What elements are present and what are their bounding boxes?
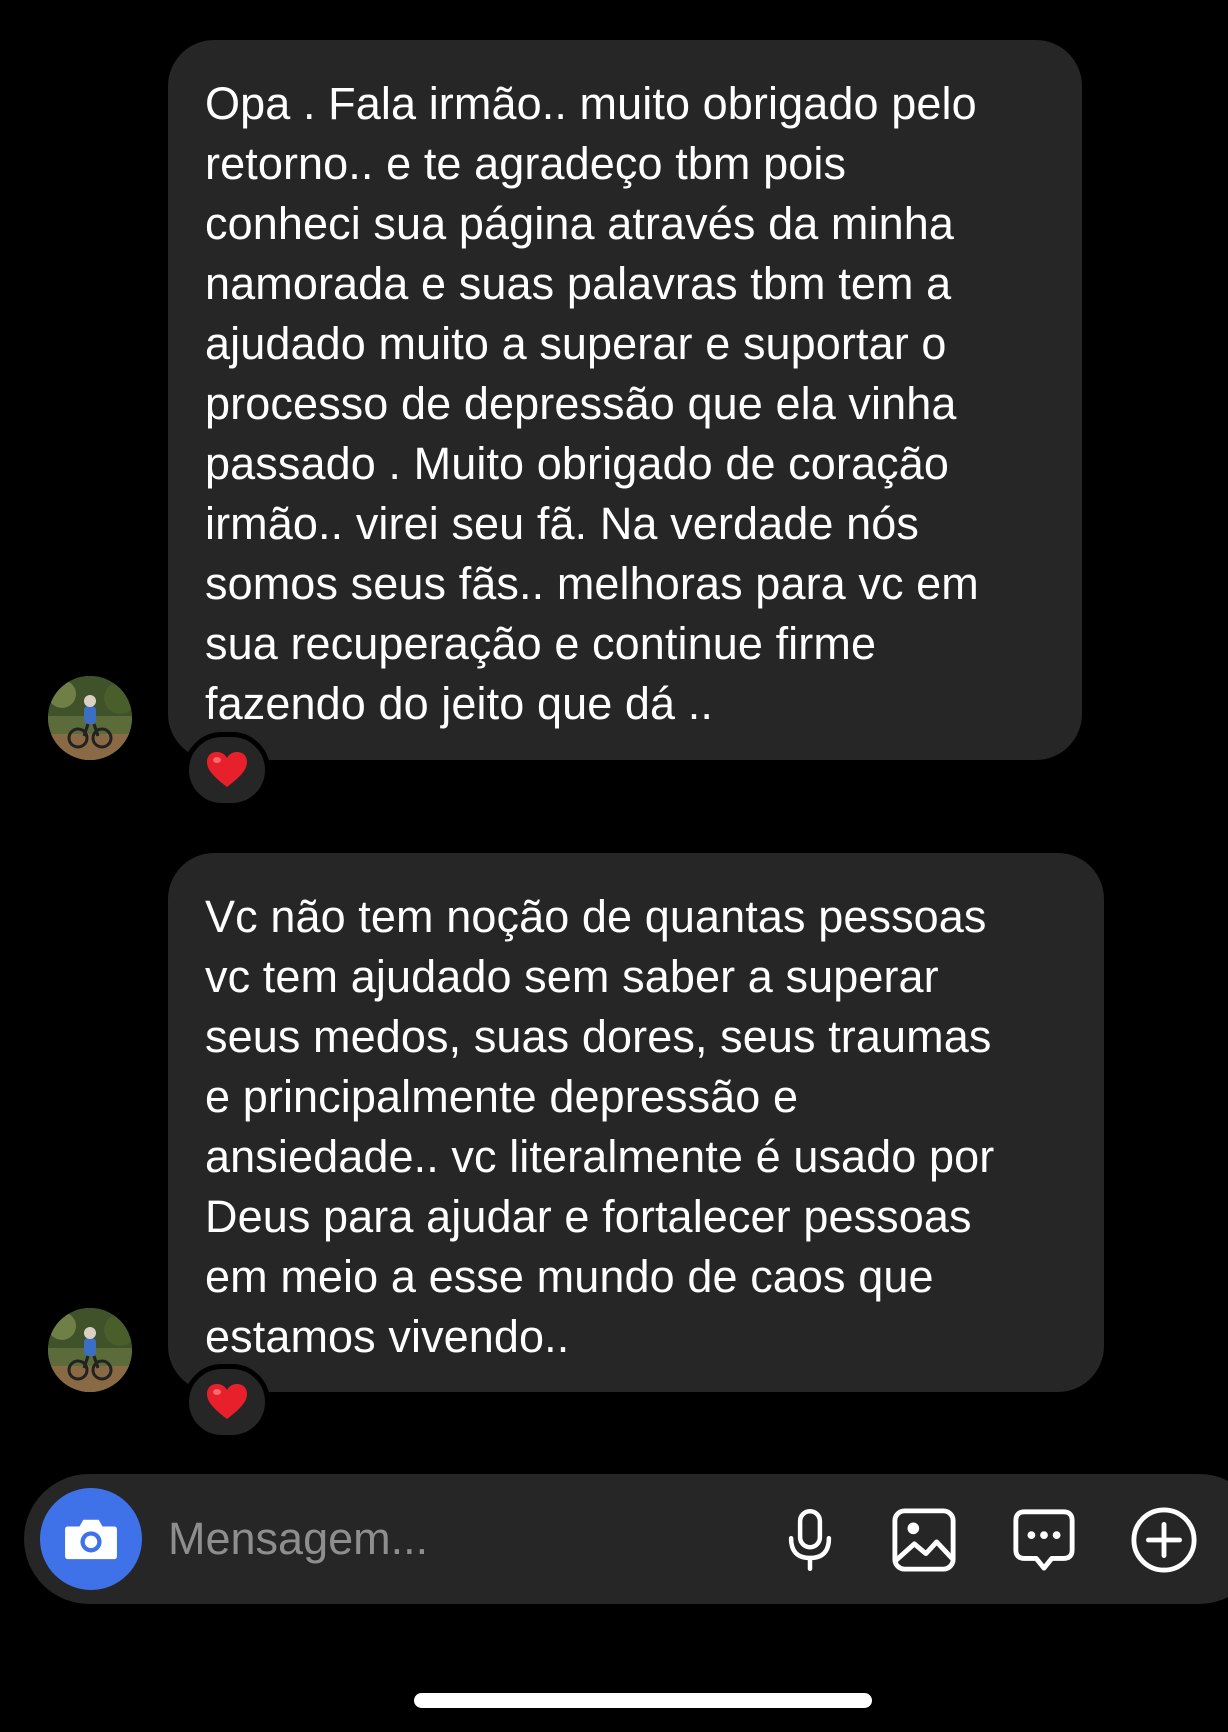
message-input[interactable] [168,1508,748,1570]
gallery-button[interactable] [888,1504,960,1576]
cyclist-photo-icon [48,676,132,760]
message-bubble-icon [1013,1509,1075,1571]
camera-button[interactable] [40,1488,142,1590]
message-text: Vc não tem noção de quantas pessoas vc t… [205,891,995,1362]
microphone-icon [788,1508,832,1572]
more-button[interactable] [1128,1504,1200,1576]
heart-icon [207,1384,247,1419]
sticker-button[interactable] [1008,1504,1080,1576]
message-composer [24,1474,1228,1604]
message-bubble[interactable]: Opa . Fala irmão.. muito obrigado pelo r… [168,40,1082,760]
heart-reaction[interactable] [184,1364,270,1440]
sender-avatar[interactable] [48,1308,132,1392]
cyclist-photo-icon [48,1308,132,1392]
camera-icon [65,1519,117,1560]
heart-reaction[interactable] [184,732,270,808]
sender-avatar[interactable] [48,676,132,760]
message-text: Opa . Fala irmão.. muito obrigado pelo r… [205,78,979,729]
gallery-icon [892,1508,956,1572]
microphone-button[interactable] [774,1504,846,1576]
home-indicator[interactable] [414,1693,872,1708]
message-bubble[interactable]: Vc não tem noção de quantas pessoas vc t… [168,853,1104,1392]
heart-icon [207,752,247,787]
plus-icon [1131,1507,1197,1573]
